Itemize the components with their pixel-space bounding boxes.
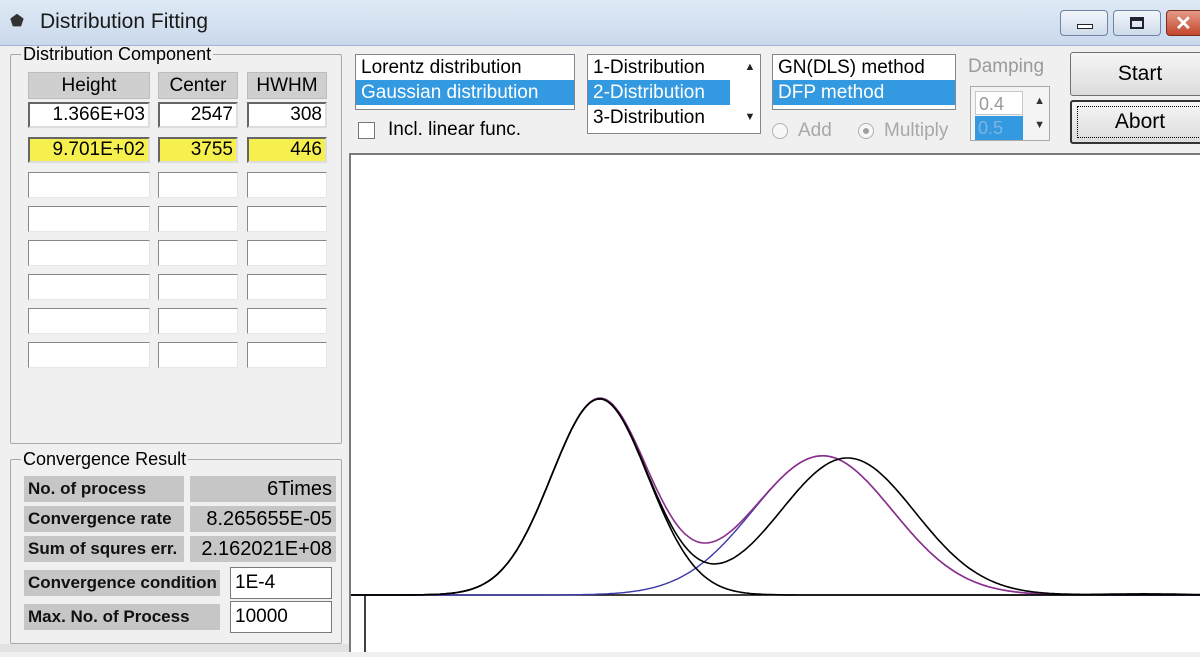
empty-cell[interactable] — [158, 172, 238, 198]
plot-area — [349, 153, 1200, 652]
column-header-center: Center — [158, 72, 238, 99]
convergence-result-title: Convergence Result — [23, 449, 187, 469]
maximize-button[interactable] — [1113, 10, 1161, 36]
close-button[interactable]: ✕ — [1166, 10, 1200, 36]
empty-cell[interactable] — [158, 240, 238, 266]
component-1-curve — [351, 398, 1200, 596]
linear-func-label: Incl. linear func. — [388, 119, 522, 140]
distribution-component-title: Distribution Component — [23, 44, 212, 64]
empty-cell[interactable] — [247, 342, 327, 368]
damping-label: Damping — [968, 56, 1045, 77]
empty-cell[interactable] — [158, 274, 238, 300]
damping-option-0-5[interactable]: 0.5 — [975, 116, 1023, 140]
add-radio[interactable] — [772, 123, 788, 139]
fit-sum-curve — [351, 397, 1200, 596]
damping-spinner[interactable]: 0.4 0.5 ▲ ▼ — [970, 86, 1050, 141]
abort-button[interactable]: Abort — [1070, 100, 1200, 144]
process-count-value: 6Times — [190, 476, 336, 502]
empty-cell[interactable] — [28, 172, 150, 198]
convergence-rate-label: Convergence rate — [24, 506, 184, 532]
linear-func-checkbox[interactable] — [358, 122, 375, 139]
add-radio-label: Add — [798, 120, 832, 141]
method-list[interactable]: GN(DLS) method DFP method — [772, 54, 956, 110]
multiply-radio-label: Multiply — [884, 120, 949, 141]
empty-cell[interactable] — [28, 342, 150, 368]
close-icon: ✕ — [1175, 13, 1192, 35]
fit-chart — [351, 397, 1200, 652]
sum-squares-label: Sum of squres err. — [24, 536, 184, 562]
row2-hwhm-field[interactable]: 446 — [247, 137, 327, 163]
measured-curve — [351, 397, 1200, 596]
empty-cell[interactable] — [247, 240, 327, 266]
start-button[interactable]: Start — [1070, 52, 1200, 96]
empty-cell[interactable] — [247, 308, 327, 334]
max-process-label: Max. No. of Process — [24, 604, 220, 630]
window-title: Distribution Fitting — [40, 10, 209, 33]
damping-down-icon[interactable]: ▼ — [1034, 119, 1045, 131]
list-item-gn-dls[interactable]: GN(DLS) method — [773, 55, 955, 80]
list-item-lorentz[interactable]: Lorentz distribution — [356, 55, 574, 80]
app-icon: ⬟ — [10, 13, 24, 30]
minimize-button[interactable] — [1060, 10, 1108, 36]
empty-cell[interactable] — [247, 172, 327, 198]
row1-hwhm-field[interactable]: 308 — [247, 102, 327, 128]
title-bar: ⬟ Distribution Fitting ✕ — [0, 0, 1200, 46]
empty-cell[interactable] — [158, 206, 238, 232]
column-header-height: Height — [28, 72, 150, 99]
row2-height-field[interactable]: 9.701E+02 — [28, 137, 150, 163]
empty-cell[interactable] — [158, 308, 238, 334]
list-item-3-distribution[interactable]: 3-Distribution — [588, 105, 734, 130]
empty-cell[interactable] — [28, 240, 150, 266]
list-item-dfp[interactable]: DFP method — [773, 80, 955, 105]
focus-rect — [1077, 106, 1200, 138]
list-item-2-distribution[interactable]: 2-Distribution — [588, 80, 730, 105]
list-item-1-distribution[interactable]: 1-Distribution — [588, 55, 734, 80]
distribution-type-list[interactable]: Lorentz distribution Gaussian distributi… — [355, 54, 575, 110]
max-process-input[interactable]: 10000 — [230, 601, 332, 633]
multiply-radio[interactable] — [858, 123, 874, 139]
empty-cell[interactable] — [28, 274, 150, 300]
convergence-rate-value: 8.265655E-05 — [190, 506, 336, 532]
convergence-condition-label: Convergence condition — [24, 570, 220, 596]
list-item-gaussian[interactable]: Gaussian distribution — [356, 80, 574, 105]
damping-up-icon[interactable]: ▲ — [1034, 95, 1045, 107]
column-header-hwhm: HWHM — [247, 72, 327, 99]
row2-center-field[interactable]: 3755 — [158, 137, 238, 163]
maximize-icon — [1130, 17, 1144, 29]
row1-height-field[interactable]: 1.366E+03 — [28, 102, 150, 128]
damping-option-0-4[interactable]: 0.4 — [975, 91, 1023, 115]
empty-cell[interactable] — [247, 206, 327, 232]
convergence-condition-input[interactable]: 1E-4 — [230, 567, 332, 599]
distribution-count-list[interactable]: 1-Distribution 2-Distribution 3-Distribu… — [587, 54, 761, 134]
empty-cell[interactable] — [247, 274, 327, 300]
sum-squares-value: 2.162021E+08 — [190, 536, 336, 562]
scroll-down-icon[interactable]: ▼ — [742, 111, 758, 127]
row1-center-field[interactable]: 2547 — [158, 102, 238, 128]
empty-cell[interactable] — [158, 342, 238, 368]
scroll-up-icon[interactable]: ▲ — [742, 61, 758, 77]
process-count-label: No. of process — [24, 476, 184, 502]
empty-cell[interactable] — [28, 206, 150, 232]
empty-cell[interactable] — [28, 308, 150, 334]
minimize-icon — [1077, 24, 1093, 29]
status-strip — [0, 644, 349, 652]
component-2-curve — [351, 455, 1200, 596]
